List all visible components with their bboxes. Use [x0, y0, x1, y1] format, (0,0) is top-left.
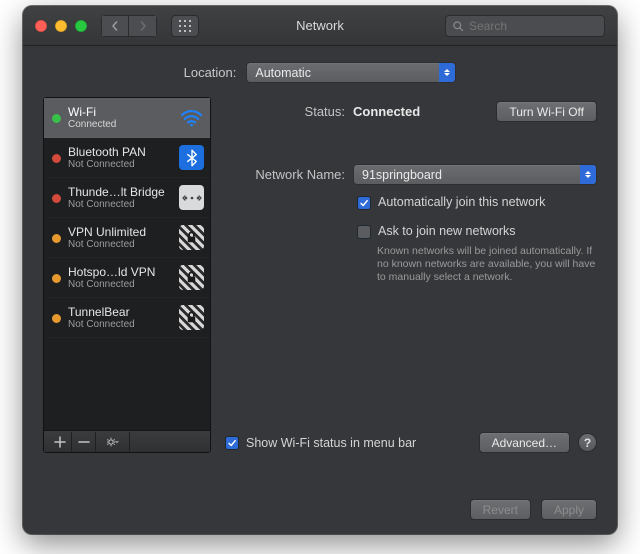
show-all-button[interactable] [171, 15, 199, 37]
status-dot-icon [52, 114, 61, 123]
search-field[interactable] [445, 15, 605, 37]
close-window-button[interactable] [35, 20, 47, 32]
interfaces-list: Wi-Fi Connected Bluetooth PAN Not Connec… [44, 98, 210, 430]
sidebar-item-tunnelbear[interactable]: TunnelBear Not Connected [44, 298, 210, 338]
minimize-window-button[interactable] [55, 20, 67, 32]
auto-join-checkbox[interactable] [357, 196, 371, 210]
turn-wifi-off-button[interactable]: Turn Wi-Fi Off [496, 101, 597, 122]
vpn-lock-icon [179, 305, 204, 330]
interface-actions-menu[interactable] [96, 432, 130, 452]
sidebar-item-vpn-unlimited[interactable]: VPN Unlimited Not Connected [44, 218, 210, 258]
search-input[interactable] [469, 19, 598, 33]
sidebar-item-thunderbolt-bridge[interactable]: Thunde…lt Bridge Not Connected [44, 178, 210, 218]
network-name-select[interactable]: 91springboard [353, 164, 597, 185]
wifi-icon [179, 105, 204, 130]
footer-buttons: Revert Apply [470, 499, 597, 520]
status-dot-icon [52, 314, 61, 323]
auto-join-row[interactable]: Automatically join this network [357, 195, 597, 210]
network-name-label: Network Name: [225, 167, 353, 182]
add-interface-button[interactable] [48, 432, 72, 452]
status-dot-icon [52, 154, 61, 163]
advanced-button[interactable]: Advanced… [479, 432, 570, 453]
titlebar: Network [23, 6, 617, 46]
network-preferences-window: Network Location: Automatic Wi-Fi [23, 6, 617, 534]
ask-join-checkbox[interactable] [357, 225, 371, 239]
status-label: Status: [225, 104, 353, 119]
show-menubar-label: Show Wi-Fi status in menu bar [246, 436, 416, 450]
vpn-lock-icon [179, 265, 204, 290]
remove-interface-button[interactable] [72, 432, 96, 452]
window-controls [35, 20, 87, 32]
ask-join-hint: Known networks will be joined automatica… [377, 245, 597, 284]
zoom-window-button[interactable] [75, 20, 87, 32]
status-dot-icon [52, 234, 61, 243]
vpn-lock-icon [179, 225, 204, 250]
location-row: Location: Automatic [43, 62, 597, 83]
status-value: Connected [353, 104, 420, 119]
sidebar-footer [44, 430, 210, 452]
status-dot-icon [52, 194, 61, 203]
forward-button[interactable] [129, 15, 157, 37]
thunderbolt-bridge-icon [179, 185, 204, 210]
nav-buttons [101, 15, 157, 37]
status-dot-icon [52, 274, 61, 283]
interfaces-sidebar: Wi-Fi Connected Bluetooth PAN Not Connec… [43, 97, 211, 453]
location-select[interactable]: Automatic [246, 62, 456, 83]
interface-details: Status: Connected Turn Wi-Fi Off Network… [225, 97, 597, 453]
show-menubar-checkbox[interactable] [225, 436, 239, 450]
help-button[interactable]: ? [578, 433, 597, 452]
sidebar-item-hotspot-shield-vpn[interactable]: Hotspo…ld VPN Not Connected [44, 258, 210, 298]
search-icon [452, 20, 464, 32]
location-label: Location: [184, 65, 237, 80]
bluetooth-icon [179, 145, 204, 170]
apply-button[interactable]: Apply [541, 499, 597, 520]
revert-button[interactable]: Revert [470, 499, 531, 520]
sidebar-item-wifi[interactable]: Wi-Fi Connected [44, 98, 210, 138]
ask-join-row[interactable]: Ask to join new networks [357, 224, 597, 239]
back-button[interactable] [101, 15, 129, 37]
sidebar-item-bluetooth-pan[interactable]: Bluetooth PAN Not Connected [44, 138, 210, 178]
